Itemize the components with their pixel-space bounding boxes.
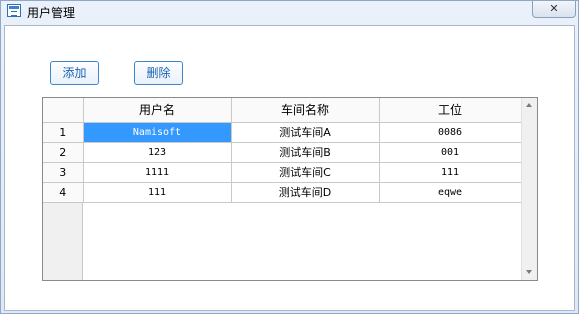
scroll-down-arrow-icon[interactable] [526, 270, 532, 274]
column-header-username[interactable]: 用户名 [82, 98, 232, 123]
cell-station[interactable]: eqwe [378, 181, 522, 203]
row-header[interactable]: 4 [43, 181, 84, 203]
vertical-scrollbar[interactable] [521, 98, 537, 280]
table-row[interactable]: 4 111 测试车间D eqwe [43, 181, 522, 203]
grid-empty-area [83, 203, 521, 280]
cell-station[interactable]: 001 [378, 141, 522, 163]
client-area: 添加 删除 用户名 车间名称 工位 1 Namisoft 测试车间A 0086 … [4, 25, 575, 311]
title-bar[interactable]: 用户管理 ✕ [1, 1, 578, 23]
column-header-station[interactable]: 工位 [378, 98, 522, 123]
grid-table: 用户名 车间名称 工位 1 Namisoft 测试车间A 0086 2 123 [43, 98, 522, 203]
window-title: 用户管理 [27, 6, 76, 20]
cell-station[interactable]: 111 [378, 161, 522, 183]
cell-username[interactable]: 1111 [82, 161, 232, 183]
cell-workshop[interactable]: 测试车间B [230, 141, 380, 163]
cell-station[interactable]: 0086 [378, 121, 522, 143]
cell-username[interactable]: Namisoft [82, 121, 232, 143]
cell-workshop[interactable]: 测试车间A [230, 121, 380, 143]
user-data-grid[interactable]: 用户名 车间名称 工位 1 Namisoft 测试车间A 0086 2 123 [42, 97, 538, 281]
column-header-workshop[interactable]: 车间名称 [230, 98, 380, 123]
corner-header[interactable] [43, 98, 84, 123]
cell-workshop[interactable]: 测试车间C [230, 161, 380, 183]
row-header[interactable]: 1 [43, 121, 84, 143]
close-icon: ✕ [549, 2, 559, 15]
cell-username[interactable]: 123 [82, 141, 232, 163]
table-row[interactable]: 3 1111 测试车间C 111 [43, 161, 522, 183]
row-header-empty-area [43, 203, 83, 280]
user-management-window: 用户管理 ✕ 添加 删除 用户名 车间名称 工位 1 Namisoft 测试车间… [0, 0, 579, 314]
scroll-up-arrow-icon[interactable] [526, 103, 532, 107]
header-row: 用户名 车间名称 工位 [43, 98, 522, 123]
delete-button[interactable]: 删除 [134, 61, 183, 85]
add-button[interactable]: 添加 [50, 61, 99, 85]
row-header[interactable]: 3 [43, 161, 84, 183]
cell-username[interactable]: 111 [82, 181, 232, 203]
table-row[interactable]: 1 Namisoft 测试车间A 0086 [43, 121, 522, 143]
row-header[interactable]: 2 [43, 141, 84, 163]
cell-workshop[interactable]: 测试车间D [230, 181, 380, 203]
app-icon [7, 4, 21, 17]
table-row[interactable]: 2 123 测试车间B 001 [43, 141, 522, 163]
close-button[interactable]: ✕ [532, 1, 576, 18]
